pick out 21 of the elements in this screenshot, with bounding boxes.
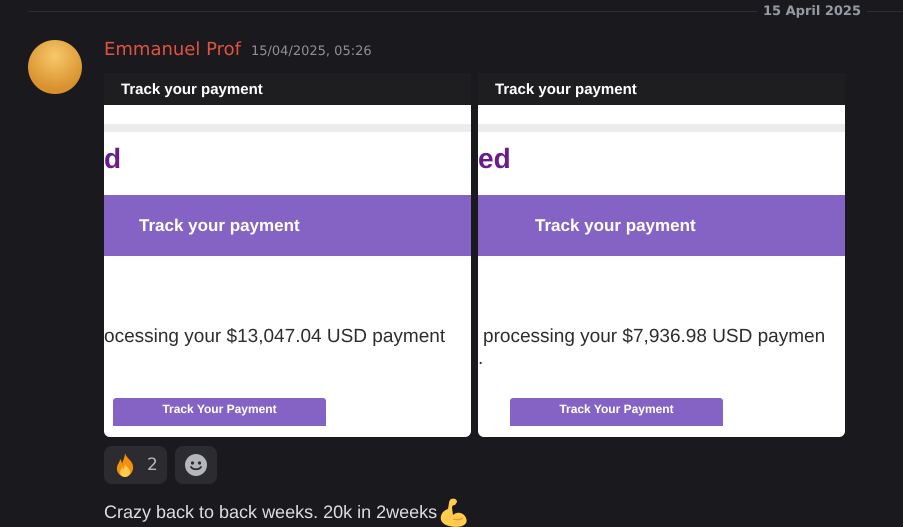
reaction-button[interactable]: 2 (104, 446, 167, 484)
text-fragment: . (478, 348, 484, 369)
screenshot-header: Track your payment (478, 73, 845, 105)
author-name[interactable]: Emmanuel Prof (104, 39, 241, 60)
timestamp: 15/04/2025, 05:26 (250, 44, 372, 59)
payment-text: ocessing your $13,047.04 USD payment (104, 326, 446, 348)
payment-banner: Track your payment (104, 195, 471, 256)
date-divider: 15 April 2025 (762, 4, 862, 18)
track-payment-button: Track Your Payment (510, 398, 723, 426)
payment-text: processing your $7,936.98 USD paymen (482, 326, 826, 348)
add-reaction-smiley-icon (184, 453, 208, 477)
avatar-photo-placeholder[interactable] (28, 40, 82, 94)
add-reaction-button[interactable] (174, 446, 217, 484)
track-payment-button: Track Your Payment (113, 398, 326, 426)
message-text: Crazy back to back weeks. 20k in 2weeks (104, 502, 438, 522)
logo-fragment: d (104, 143, 122, 175)
logo-fragment: ed (478, 143, 511, 175)
screenshot-header: Track your payment (104, 73, 471, 105)
payment-banner: Track your payment (478, 195, 845, 256)
screenshot-attachment[interactable]: Track your payment ed Track your payment processing your $7,936.98 USD paymen . Track Your Payment (478, 73, 845, 437)
screenshot-attachment[interactable]: Track your payment d Track your payment ocessing your $13,047.04 USD payment Track Your Payment (104, 73, 471, 437)
